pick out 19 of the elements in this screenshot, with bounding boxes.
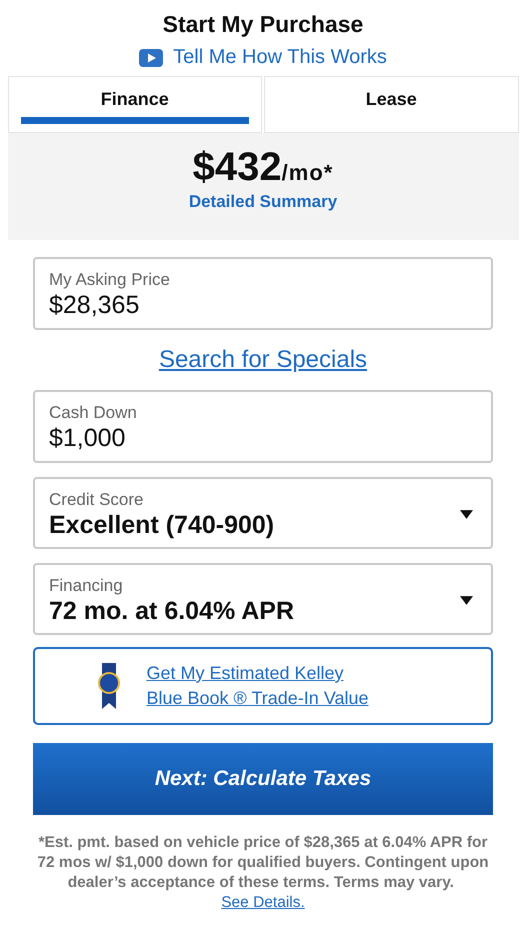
trade-in-button[interactable]: Get My Estimated Kelley Blue Book ® Trade-In Value <box>33 647 493 725</box>
see-details-link[interactable]: See Details. <box>221 894 305 911</box>
caret-icon <box>460 510 473 519</box>
dropdown-field[interactable]: Financing 72 mo. at 6.04% APR <box>33 563 493 635</box>
input-field[interactable]: Cash Down $1,000 <box>33 390 493 463</box>
next-button[interactable]: Next: Calculate Taxes <box>33 743 493 815</box>
dropdown-field[interactable]: Credit Score Excellent (740-900) <box>33 477 493 549</box>
search-specials-link[interactable]: Search for Specials <box>158 346 368 374</box>
caret-icon <box>460 596 473 605</box>
tab[interactable]: Finance <box>8 76 262 133</box>
monthly-payment: $432/mo* <box>192 145 334 190</box>
ribbon-badge-icon <box>97 663 122 709</box>
detailed-summary-link[interactable]: Detailed Summary <box>188 192 338 212</box>
video-link[interactable]: Tell Me How This Works <box>139 46 387 69</box>
page-title: Start My Purchase <box>162 11 364 38</box>
input-field[interactable]: My Asking Price $28,365 <box>33 257 493 330</box>
tab[interactable]: Lease <box>264 76 518 133</box>
disclaimer-text: *Est. pmt. based on vehicle price of $28,365 at 6.04% APR for 72 mos w/ $1,000 down for qualified buyers. Contingent upon dealer’s acceptance of these terms. Terms may vary. See Details. <box>36 833 490 913</box>
play-icon <box>139 48 164 66</box>
